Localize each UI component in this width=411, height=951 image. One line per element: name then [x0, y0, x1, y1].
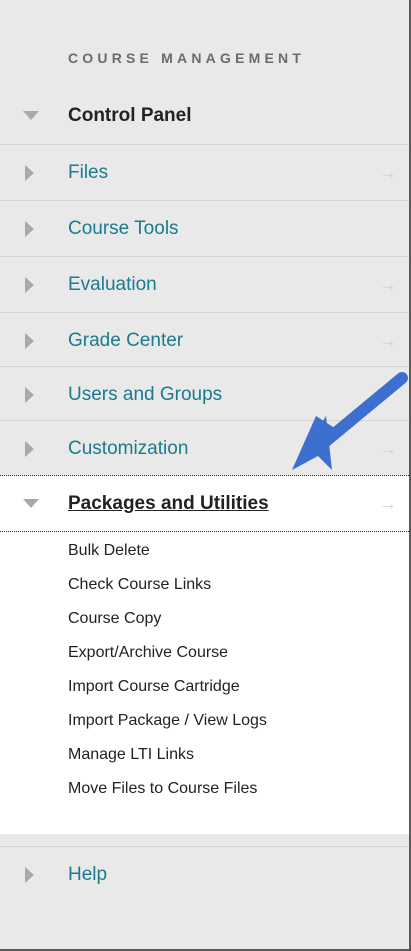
callout-arrow-icon [292, 372, 408, 470]
course-management-panel: COURSE MANAGEMENT Control Panel Files → … [0, 0, 411, 951]
